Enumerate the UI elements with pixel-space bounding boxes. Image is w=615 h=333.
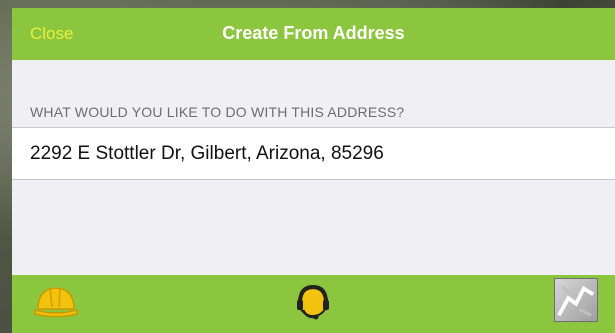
headset-icon[interactable] [295,283,331,321]
create-from-address-sheet: Close Create From Address WHAT WOULD YOU… [12,8,615,333]
bottom-toolbar [12,275,615,333]
navigation-bar: Close Create From Address [12,8,615,60]
address-text: 2292 E Stottler Dr, Gilbert, Arizona, 85… [30,143,384,164]
map-thumbnail-icon[interactable] [554,278,598,322]
page-title: Create From Address [222,23,405,43]
hard-hat-icon[interactable] [34,283,78,319]
section-header: WHAT WOULD YOU LIKE TO DO WITH THIS ADDR… [30,104,405,120]
address-cell[interactable]: 2292 E Stottler Dr, Gilbert, Arizona, 85… [12,127,615,180]
